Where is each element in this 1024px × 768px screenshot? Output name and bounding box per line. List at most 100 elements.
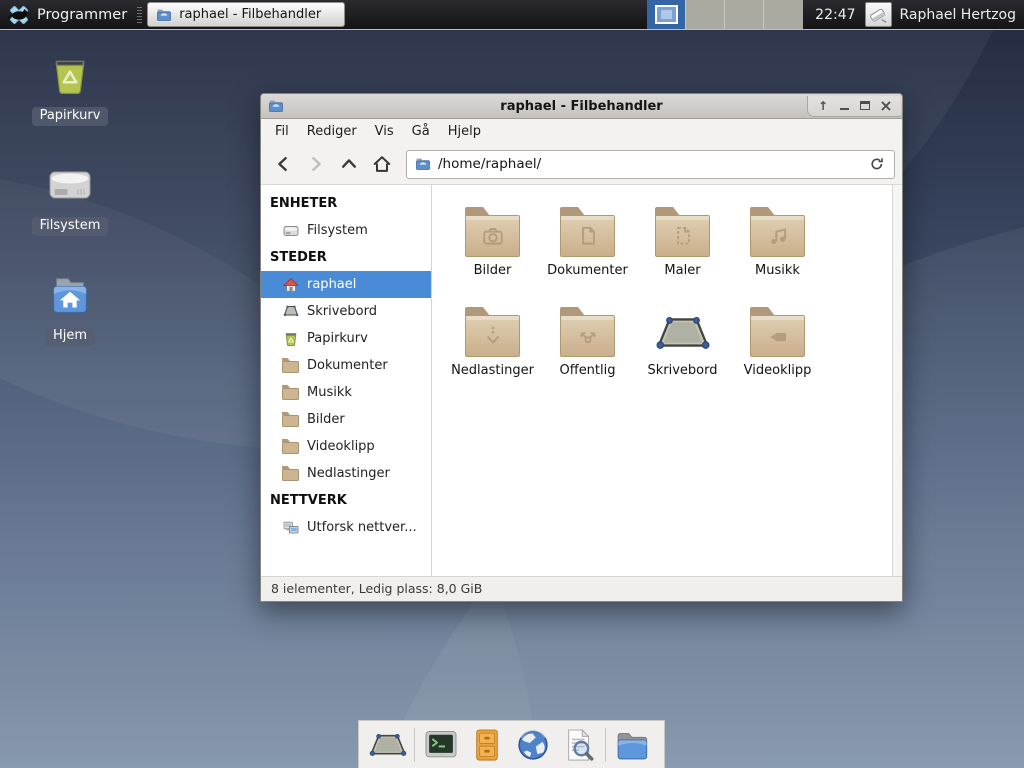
folder-camera-icon — [465, 198, 520, 258]
file-label: Dokumenter — [547, 263, 628, 278]
user-menu-button[interactable] — [865, 2, 892, 27]
sidebar-item-bilder[interactable]: Bilder — [261, 406, 431, 433]
back-button[interactable] — [268, 150, 298, 178]
drive-icon — [282, 223, 299, 239]
file-musikk[interactable]: Musikk — [730, 198, 825, 298]
sidebar-item-utforsk-nettverk[interactable]: Utforsk nettver... — [261, 514, 431, 541]
up-button[interactable] — [334, 150, 364, 178]
show-desktop-button[interactable] — [368, 725, 408, 765]
sidebar: ENHETER Filsystem STEDER — [261, 185, 432, 576]
status-bar: 8 ielementer, Ledig plass: 8,0 GiB — [261, 576, 902, 601]
mini-window-icon — [655, 5, 678, 24]
menubar: Fil Rediger Vis Gå Hjelp — [261, 119, 902, 144]
toolbar — [261, 144, 902, 185]
folder-download-icon — [465, 298, 520, 358]
desktop-icon — [282, 304, 299, 319]
desktop[interactable]: Papirkurv Filsystem — [0, 30, 1024, 768]
desktop-icon-label: Hjem — [45, 327, 95, 346]
sidebar-item-papirkurv[interactable]: Papirkurv — [261, 325, 431, 352]
file-bilder[interactable]: Bilder — [445, 198, 540, 298]
reload-button[interactable] — [868, 156, 886, 172]
sidebar-header-enheter: ENHETER — [261, 190, 431, 217]
taskbar-window-button[interactable]: raphael - Filbehandler — [147, 2, 345, 27]
workspace-3[interactable] — [725, 0, 764, 29]
sidebar-item-dokumenter[interactable]: Dokumenter — [261, 352, 431, 379]
desktop-icon-filsystem[interactable]: Filsystem — [14, 162, 126, 236]
folder-icon — [282, 439, 299, 454]
sidebar-item-label: Filsystem — [307, 223, 368, 238]
titlebar[interactable]: raphael - Filbehandler ↑ × — [261, 94, 902, 119]
menu-vis[interactable]: Vis — [366, 119, 403, 144]
network-icon — [282, 520, 299, 536]
file-label: Musikk — [755, 263, 800, 278]
file-label: Skrivebord — [647, 363, 717, 378]
dock-separator — [605, 728, 606, 762]
path-bar[interactable] — [406, 150, 895, 179]
forward-button[interactable] — [301, 150, 331, 178]
sidebar-item-label: Dokumenter — [307, 358, 388, 373]
eraser-icon — [867, 5, 889, 25]
file-dokumenter[interactable]: Dokumenter — [540, 198, 635, 298]
file-view[interactable]: Bilder Dokumenter — [432, 185, 902, 576]
panel-grip[interactable] — [137, 7, 142, 23]
sidebar-item-skrivebord[interactable]: Skrivebord — [261, 298, 431, 325]
file-videoklipp[interactable]: Videoklipp — [730, 298, 825, 398]
sidebar-item-label: Nedlastinger — [307, 466, 390, 481]
folder-button[interactable] — [612, 725, 652, 765]
clock: 22:47 — [815, 7, 855, 23]
window-folder-icon — [268, 98, 284, 114]
workspace-2[interactable] — [686, 0, 725, 29]
sidebar-item-label: Utforsk nettver... — [307, 520, 417, 535]
sidebar-item-videoklipp[interactable]: Videoklipp — [261, 433, 431, 460]
desktop-icon-hjem[interactable]: Hjem — [14, 272, 126, 346]
screen: Programmer raphael - Filbehandler — [0, 0, 1024, 768]
folder-icon — [282, 466, 299, 481]
applications-menu-button[interactable]: Programmer — [0, 0, 137, 29]
desktop-icon-papirkurv[interactable]: Papirkurv — [14, 52, 126, 126]
terminal-button[interactable] — [421, 725, 461, 765]
folder-share-icon — [560, 298, 615, 358]
vertical-scrollbar[interactable] — [892, 185, 902, 576]
desktop-icon-label: Papirkurv — [32, 107, 109, 126]
folder-document-icon — [560, 198, 615, 258]
file-skrivebord[interactable]: Skrivebord — [635, 298, 730, 398]
close-button[interactable]: × — [876, 96, 896, 115]
path-input[interactable] — [438, 156, 861, 172]
file-cabinet-button[interactable] — [467, 725, 507, 765]
workspace-4[interactable] — [764, 0, 803, 29]
workspace-switcher — [647, 0, 803, 29]
sidebar-header-nettverk: NETTVERK — [261, 487, 431, 514]
menu-fil[interactable]: Fil — [266, 119, 298, 144]
minimize-button[interactable] — [834, 96, 854, 115]
sidebar-header-steder: STEDER — [261, 244, 431, 271]
workspace-1[interactable] — [647, 0, 686, 29]
home-folder-icon — [47, 272, 93, 320]
dock — [358, 720, 665, 768]
file-maler[interactable]: Maler — [635, 198, 730, 298]
menu-rediger[interactable]: Rediger — [298, 119, 366, 144]
sidebar-item-nedlastinger[interactable]: Nedlastinger — [261, 460, 431, 487]
folder-template-icon — [655, 198, 710, 258]
shade-button[interactable]: ↑ — [813, 96, 833, 115]
file-offentlig[interactable]: Offentlig — [540, 298, 635, 398]
maximize-button[interactable] — [855, 96, 875, 115]
xfce-applications-icon — [8, 4, 30, 26]
folder-music-icon — [750, 198, 805, 258]
menu-hjelp[interactable]: Hjelp — [439, 119, 490, 144]
window-controls: ↑ × — [807, 96, 901, 117]
sidebar-item-musikk[interactable]: Musikk — [261, 379, 431, 406]
home-button[interactable] — [367, 150, 397, 178]
web-browser-button[interactable] — [513, 725, 553, 765]
file-search-button[interactable] — [559, 725, 599, 765]
applications-menu-label: Programmer — [37, 7, 127, 23]
top-panel: Programmer raphael - Filbehandler — [0, 0, 1024, 30]
user-name: Raphael Hertzog — [900, 7, 1016, 23]
sidebar-item-raphael[interactable]: raphael — [261, 271, 431, 298]
folder-icon — [282, 412, 299, 427]
folder-video-icon — [750, 298, 805, 358]
file-nedlastinger[interactable]: Nedlastinger — [445, 298, 540, 398]
sidebar-item-label: Papirkurv — [307, 331, 368, 346]
sidebar-item-filsystem[interactable]: Filsystem — [261, 217, 431, 244]
menu-ga[interactable]: Gå — [403, 119, 439, 144]
file-label: Videoklipp — [744, 363, 812, 378]
